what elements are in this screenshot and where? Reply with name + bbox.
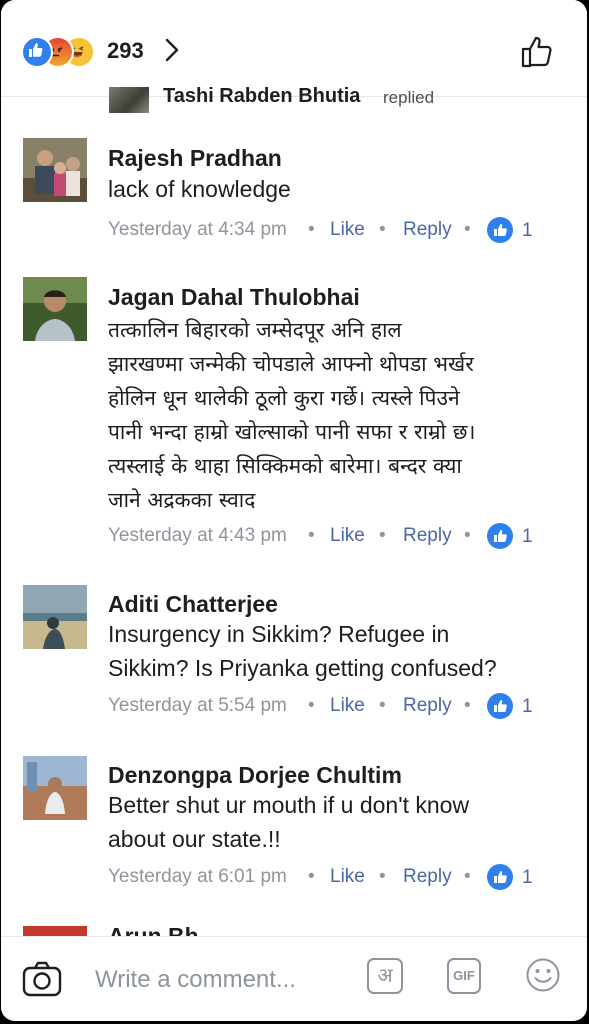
hindi-keyboard-button[interactable]: अ (367, 958, 403, 994)
gif-button[interactable]: GIF (447, 958, 481, 994)
comment-line: Sikkim? Is Priyanka getting confused? (108, 655, 497, 681)
comment-author-name[interactable]: Aditi Chatterjee (108, 591, 278, 618)
comment-line: Insurgency in Sikkim? Refugee in (108, 621, 450, 647)
separator-dot: • (308, 525, 315, 546)
timestamp: Yesterday at 4:34 pm (108, 219, 287, 240)
camera-icon (22, 961, 62, 997)
avatar[interactable] (23, 926, 87, 936)
comment-line: पानी भन्दा हाम्रो खोल्साको पानी सफा र रा… (108, 420, 476, 444)
reply-verb: replied (383, 88, 435, 107)
camera-button[interactable] (21, 959, 63, 999)
like-count[interactable]: 1 (522, 867, 533, 889)
comment-text: Better shut ur mouth if u don't know abo… (108, 788, 568, 856)
like-count[interactable]: 1 (522, 526, 533, 548)
reply-link[interactable]: Reply (403, 866, 452, 888)
separator-dot: • (379, 695, 386, 716)
separator-dot: • (379, 219, 386, 240)
reply-link[interactable]: Reply (403, 525, 452, 547)
comment-line: जाने अद्रकका स्वाद (108, 488, 256, 512)
comment-author-name[interactable]: Rajesh Pradhan (108, 145, 282, 172)
comment-author-name[interactable]: Denzongpa Dorjee Chultim (108, 762, 402, 789)
like-link[interactable]: Like (330, 525, 365, 547)
separator-dot: • (379, 525, 386, 546)
comment-meta: Yesterday at 5:54 pm • Like • Reply • 1 (108, 693, 548, 721)
thumbs-up-icon (521, 36, 552, 68)
comment-line: Better shut ur mouth if u don't know (108, 792, 470, 818)
comment-line: होलिन धून थालेकी ठूलो कुरा गर्छे। त्यस्ल… (108, 386, 460, 410)
smiley-icon (526, 958, 560, 992)
separator-dot: • (308, 219, 315, 240)
separator-dot: • (308, 866, 315, 887)
comment-line: झारखण्मा जन्मेकी चोपडाले आफ्नो थोपडा भर्… (108, 352, 474, 376)
reply-author-name: Tashi Rabden Bhutia (163, 85, 361, 107)
separator-dot: • (308, 695, 315, 716)
comment-line: about our state.!! (108, 826, 281, 852)
like-count[interactable]: 1 (522, 220, 533, 242)
separator-dot: • (464, 695, 471, 716)
avatar[interactable] (23, 138, 87, 202)
comment-text: तत्कालिन बिहारको जम्सेदपूर अनि हाल झारखण… (108, 313, 568, 517)
like-count-icon (487, 693, 513, 719)
chevron-right-icon[interactable] (161, 37, 183, 63)
like-count[interactable]: 1 (522, 696, 533, 718)
comment-line: त्यस्लाई के थाहा सिक्किमको बारेमा। बन्दर… (108, 454, 462, 478)
reply-avatar (109, 87, 149, 113)
like-post-button[interactable] (517, 32, 557, 72)
like-count-icon (487, 217, 513, 243)
timestamp: Yesterday at 6:01 pm (108, 866, 287, 887)
avatar[interactable] (23, 585, 87, 649)
like-reaction-icon (21, 36, 53, 68)
reaction-count[interactable]: 293 (107, 38, 144, 64)
comment-line: lack of knowledge (108, 176, 291, 202)
separator-dot: • (379, 866, 386, 887)
comment-meta: Yesterday at 4:34 pm • Like • Reply • 1 (108, 217, 548, 245)
comment-text: Insurgency in Sikkim? Refugee in Sikkim?… (108, 617, 568, 685)
avatar[interactable] (23, 756, 87, 820)
separator-dot: • (464, 525, 471, 546)
comment-composer: Write a comment... अ GIF (1, 936, 587, 1021)
timestamp: Yesterday at 5:54 pm (108, 695, 287, 716)
emoji-button[interactable] (525, 957, 561, 993)
comment-meta: Yesterday at 6:01 pm • Like • Reply • 1 (108, 864, 548, 892)
avatar[interactable] (23, 277, 87, 341)
reply-link[interactable]: Reply (403, 219, 452, 241)
separator-dot: • (464, 866, 471, 887)
timestamp: Yesterday at 4:43 pm (108, 525, 287, 546)
comment-input[interactable]: Write a comment... (95, 966, 296, 994)
separator-dot: • (464, 219, 471, 240)
reply-link[interactable]: Reply (403, 695, 452, 717)
comment-text: lack of knowledge (108, 172, 568, 206)
screen: 293 Tashi Rabden Bhutia replied Rajesh P… (1, 0, 587, 1021)
reactions-header: 293 (1, 0, 587, 97)
comment-author-name[interactable]: Arun Bh (108, 925, 199, 936)
like-link[interactable]: Like (330, 866, 365, 888)
like-count-icon (487, 864, 513, 890)
like-link[interactable]: Like (330, 219, 365, 241)
like-link[interactable]: Like (330, 695, 365, 717)
comment-author-name[interactable]: Jagan Dahal Thulobhai (108, 284, 360, 311)
comment-line: तत्कालिन बिहारको जम्सेदपूर अनि हाल (108, 318, 402, 342)
like-count-icon (487, 523, 513, 549)
comment-meta: Yesterday at 4:43 pm • Like • Reply • 1 (108, 523, 548, 551)
